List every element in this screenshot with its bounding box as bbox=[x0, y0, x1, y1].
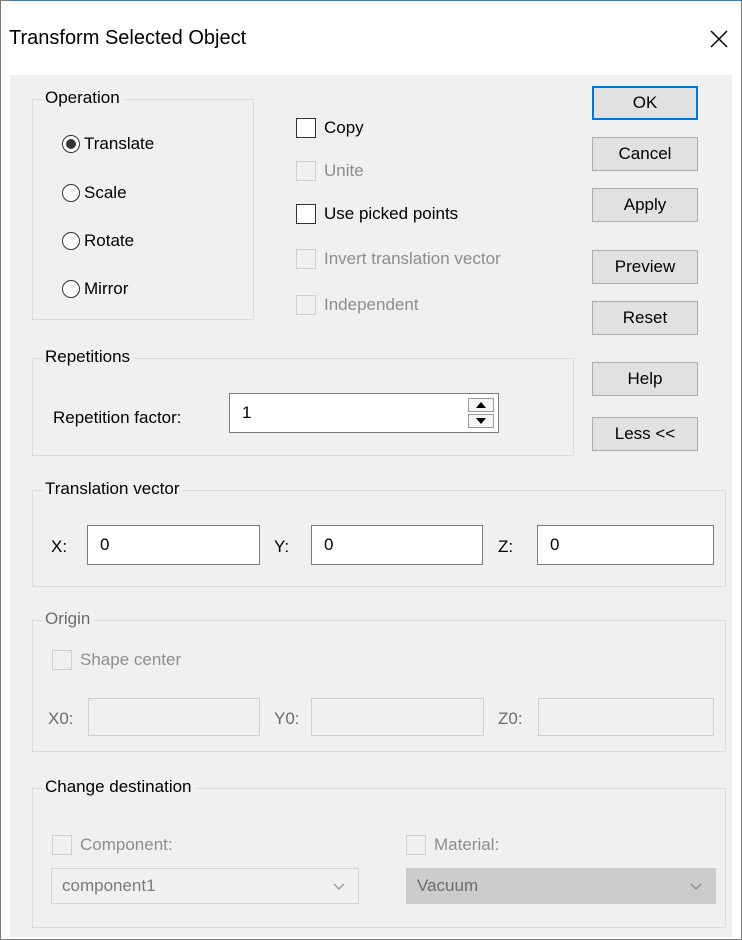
close-icon bbox=[710, 30, 728, 48]
window-title: Transform Selected Object bbox=[9, 27, 247, 49]
checkbox-label: Invert translation vector bbox=[324, 249, 501, 268]
apply-button[interactable]: Apply bbox=[592, 188, 698, 222]
operation-group-label: Operation bbox=[43, 88, 124, 108]
material-dropdown: Vacuum bbox=[406, 868, 716, 904]
checkbox-label: Independent bbox=[324, 295, 419, 314]
shape-center-checkbox: Shape center bbox=[52, 647, 181, 673]
x-label: X: bbox=[51, 537, 68, 556]
radio-button[interactable] bbox=[62, 135, 80, 153]
arrow-down-icon bbox=[476, 418, 486, 424]
checkbox-box bbox=[52, 835, 72, 855]
z0-input bbox=[538, 698, 714, 736]
radio-translate[interactable]: Translate bbox=[62, 131, 154, 157]
checkbox-label: Unite bbox=[324, 161, 364, 180]
checkbox-box bbox=[52, 650, 72, 670]
checkbox-label: Shape center bbox=[80, 650, 182, 669]
radio-label: Rotate bbox=[84, 231, 135, 250]
reset-button[interactable]: Reset bbox=[592, 301, 698, 335]
checkbox-label: Copy bbox=[324, 118, 364, 137]
checkbox-box bbox=[296, 249, 316, 269]
component-dropdown-value: component1 bbox=[62, 876, 156, 895]
z0-label: Z0: bbox=[498, 709, 523, 728]
checkbox-box[interactable] bbox=[296, 204, 316, 224]
checkbox-box bbox=[296, 161, 316, 181]
x-value: 0 bbox=[100, 535, 110, 554]
y0-label: Y0: bbox=[274, 709, 300, 728]
x0-label: X0: bbox=[48, 709, 74, 728]
radio-label: Translate bbox=[84, 134, 155, 153]
title-bar: Transform Selected Object bbox=[1, 1, 741, 75]
dialog-body: Operation Translate Scale Rotate Mirror … bbox=[10, 75, 732, 937]
y-input[interactable]: 0 bbox=[311, 525, 483, 565]
spin-down-button[interactable] bbox=[468, 414, 494, 428]
z-value: 0 bbox=[550, 535, 560, 554]
invert-translation-checkbox: Invert translation vector bbox=[296, 246, 501, 272]
z-label: Z: bbox=[498, 537, 514, 556]
z-input[interactable]: 0 bbox=[537, 525, 714, 565]
unite-checkbox: Unite bbox=[296, 158, 364, 184]
checkbox-box bbox=[296, 295, 316, 315]
radio-selected-dot bbox=[66, 139, 76, 149]
cancel-button[interactable]: Cancel bbox=[592, 137, 698, 171]
checkbox-label: Use picked points bbox=[324, 204, 459, 223]
help-button[interactable]: Help bbox=[592, 362, 698, 396]
radio-button[interactable] bbox=[62, 232, 80, 250]
translation-vector-group-label: Translation vector bbox=[43, 479, 184, 499]
change-destination-group-label: Change destination bbox=[43, 777, 196, 797]
change-destination-group: Change destination bbox=[32, 777, 726, 928]
y-value: 0 bbox=[324, 535, 334, 554]
preview-button[interactable]: Preview bbox=[592, 250, 698, 284]
less-button[interactable]: Less << bbox=[592, 417, 698, 451]
checkbox-box bbox=[406, 835, 426, 855]
spin-up-button[interactable] bbox=[468, 398, 494, 412]
checkbox-label: Component: bbox=[80, 835, 173, 854]
spin-buttons bbox=[468, 398, 494, 428]
component-checkbox: Component: bbox=[52, 832, 173, 858]
x-input[interactable]: 0 bbox=[87, 525, 260, 565]
window-accent-line bbox=[10, 0, 742, 1]
radio-button[interactable] bbox=[62, 184, 80, 202]
ok-button[interactable]: OK bbox=[592, 86, 698, 120]
checkbox-box[interactable] bbox=[296, 118, 316, 138]
x0-input bbox=[88, 698, 260, 736]
chevron-down-icon bbox=[333, 883, 345, 890]
independent-checkbox: Independent bbox=[296, 292, 419, 318]
arrow-up-icon bbox=[476, 402, 486, 408]
copy-checkbox[interactable]: Copy bbox=[296, 115, 364, 141]
chevron-down-icon bbox=[690, 883, 702, 890]
use-picked-points-checkbox[interactable]: Use picked points bbox=[296, 201, 458, 227]
radio-rotate[interactable]: Rotate bbox=[62, 228, 134, 254]
component-dropdown: component1 bbox=[51, 868, 359, 904]
radio-label: Scale bbox=[84, 183, 127, 202]
origin-group-label: Origin bbox=[43, 609, 95, 629]
repetition-factor-value: 1 bbox=[242, 403, 252, 422]
radio-button[interactable] bbox=[62, 280, 80, 298]
radio-mirror[interactable]: Mirror bbox=[62, 276, 128, 302]
material-checkbox: Material: bbox=[406, 832, 499, 858]
y0-input bbox=[311, 698, 484, 736]
close-button[interactable] bbox=[703, 23, 735, 55]
repetitions-group-label: Repetitions bbox=[43, 347, 135, 367]
repetition-factor-stepper[interactable]: 1 bbox=[229, 393, 499, 433]
checkbox-label: Material: bbox=[434, 835, 500, 854]
radio-scale[interactable]: Scale bbox=[62, 180, 127, 206]
radio-label: Mirror bbox=[84, 279, 129, 298]
material-dropdown-value: Vacuum bbox=[417, 876, 479, 895]
y-label: Y: bbox=[274, 537, 290, 556]
repetition-factor-label: Repetition factor: bbox=[53, 408, 182, 427]
